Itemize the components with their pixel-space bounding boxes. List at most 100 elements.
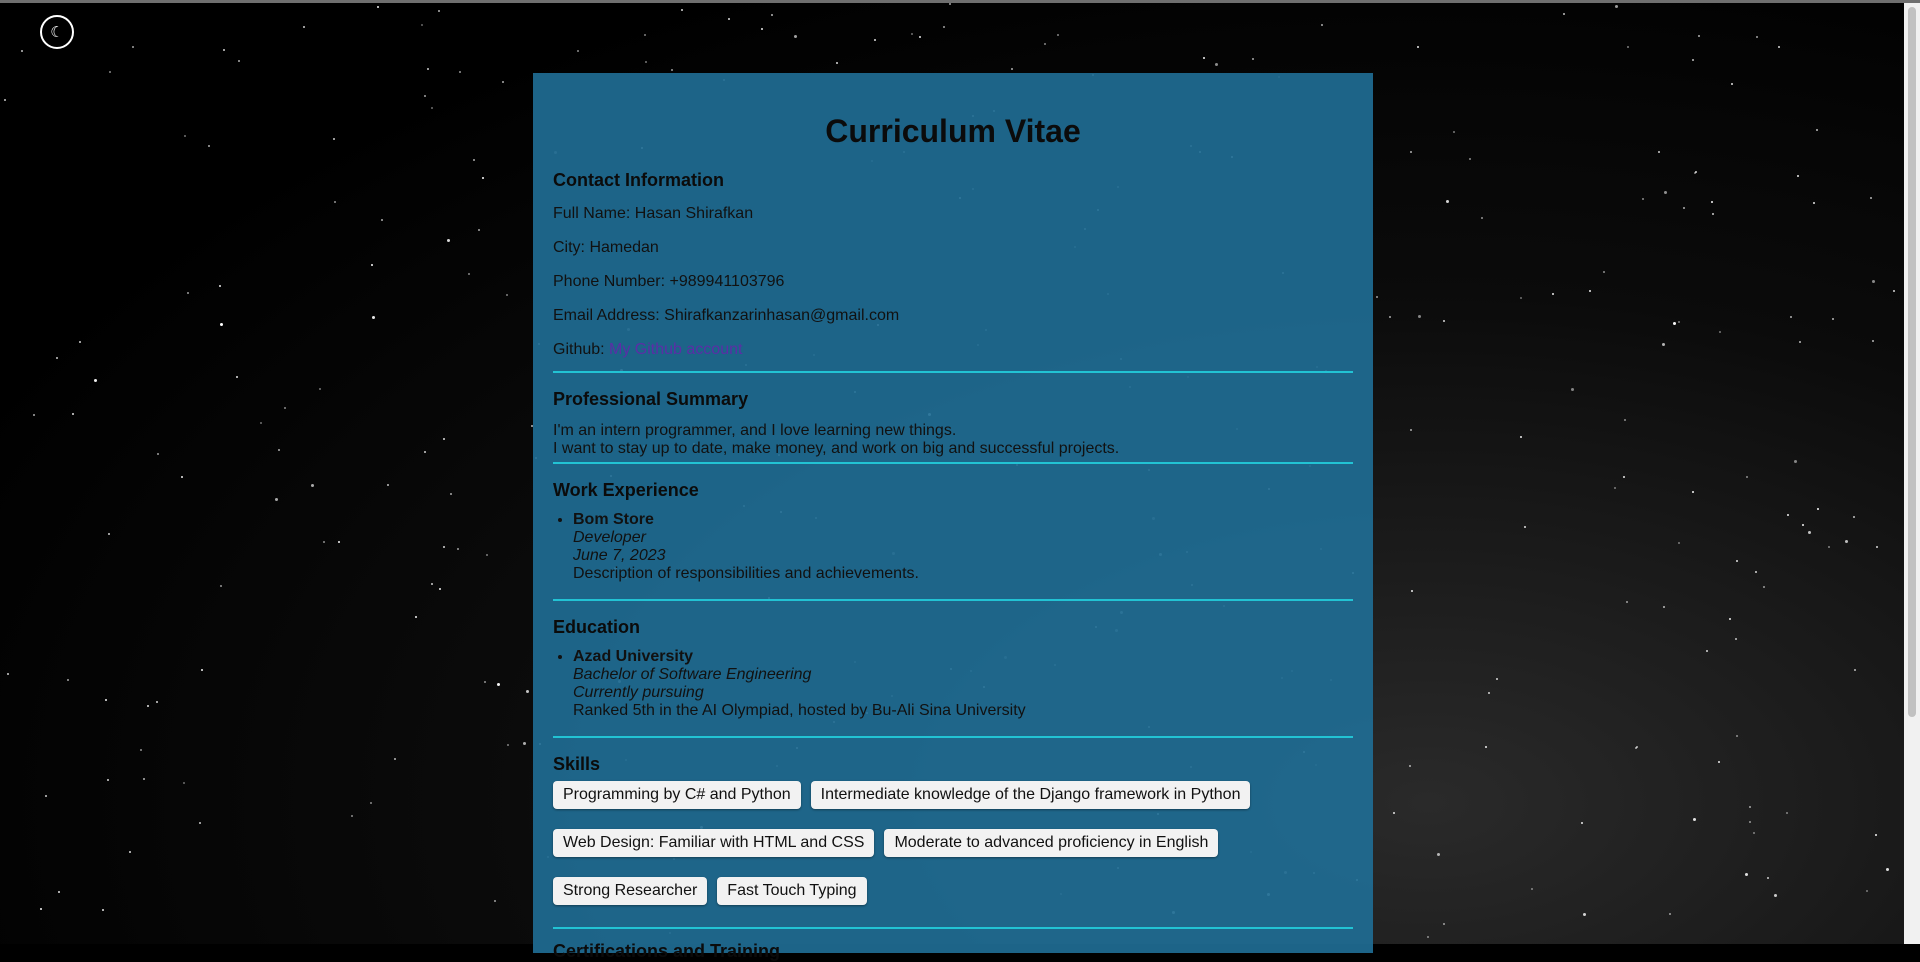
star — [1393, 812, 1395, 814]
work-list: Bom Store Developer June 7, 2023 Descrip… — [553, 511, 1353, 583]
star — [1614, 487, 1616, 489]
star — [1524, 526, 1526, 528]
star — [1443, 923, 1445, 925]
phone-number: Phone Number: +989941103796 — [553, 273, 785, 290]
star — [1658, 151, 1660, 153]
star — [761, 28, 763, 30]
star — [478, 229, 480, 231]
star — [497, 683, 500, 686]
page-scrollbar[interactable] — [1904, 3, 1920, 944]
scrollbar-thumb[interactable] — [1908, 7, 1916, 717]
star — [1469, 158, 1471, 160]
star — [1418, 315, 1421, 318]
star — [1683, 207, 1685, 209]
list-item: Bom Store Developer June 7, 2023 Descrip… — [573, 511, 1353, 583]
star — [199, 822, 201, 824]
star — [1673, 322, 1676, 325]
star — [1695, 171, 1697, 173]
star — [943, 26, 945, 28]
star — [1876, 546, 1878, 548]
github-label: Github: — [553, 341, 610, 358]
star — [381, 219, 383, 221]
star — [334, 201, 336, 203]
star — [278, 449, 280, 451]
star — [486, 554, 488, 556]
star — [1746, 476, 1748, 478]
star — [94, 379, 97, 382]
star — [1753, 832, 1755, 834]
star — [394, 758, 396, 760]
star — [1678, 542, 1680, 544]
star — [794, 35, 797, 38]
star — [836, 62, 838, 64]
star — [1872, 340, 1874, 342]
star — [771, 14, 773, 16]
star — [1417, 46, 1419, 48]
star — [1797, 175, 1799, 177]
star — [109, 71, 111, 73]
star — [1627, 46, 1629, 48]
star — [1531, 888, 1533, 890]
star — [1011, 68, 1013, 70]
star — [438, 10, 440, 12]
github-link[interactable]: My Github account — [609, 341, 742, 358]
star — [431, 107, 433, 109]
star — [183, 782, 185, 784]
star — [447, 239, 450, 242]
star — [577, 50, 579, 52]
star — [1481, 217, 1483, 219]
summary-heading: Professional Summary — [553, 389, 749, 409]
star — [1496, 678, 1498, 680]
star — [1711, 201, 1713, 203]
star — [1755, 571, 1757, 573]
star — [187, 292, 189, 294]
star — [1626, 601, 1628, 603]
star — [1802, 524, 1804, 526]
star — [1057, 34, 1059, 36]
summary-line-2: I want to stay up to date, make money, a… — [553, 440, 1120, 457]
star — [1678, 321, 1680, 323]
star — [157, 453, 159, 455]
star — [1763, 586, 1765, 588]
star — [1453, 131, 1455, 133]
star — [1778, 46, 1780, 48]
section-divider — [553, 462, 1353, 464]
star — [108, 533, 110, 535]
star — [303, 26, 305, 28]
star — [129, 851, 131, 853]
list-item: Azad University Bachelor of Software Eng… — [573, 648, 1353, 720]
star — [72, 413, 74, 415]
star — [1563, 13, 1565, 15]
education-list: Azad University Bachelor of Software Eng… — [553, 648, 1353, 720]
star — [424, 451, 426, 453]
certifications-heading: Certifications and Training — [553, 941, 781, 961]
star — [284, 407, 286, 409]
theme-toggle-button[interactable]: ☾ — [40, 15, 74, 49]
star — [58, 891, 60, 893]
star — [1636, 746, 1638, 748]
star — [107, 779, 109, 781]
star — [1692, 59, 1694, 61]
star — [1735, 638, 1737, 640]
education-note: Ranked 5th in the AI Olympiad, hosted by… — [573, 702, 1026, 719]
star — [7, 673, 9, 675]
skills-list: Programming by C# and Python Intermediat… — [553, 781, 1313, 905]
star — [1215, 63, 1218, 66]
star — [468, 273, 470, 275]
github-row: Github: My Github account — [553, 341, 1353, 359]
star — [484, 681, 486, 683]
star — [502, 81, 504, 83]
star — [506, 294, 508, 296]
skill-tag: Programming by C# and Python — [553, 781, 801, 809]
star — [275, 498, 278, 501]
star — [181, 476, 183, 478]
contact-heading: Contact Information — [553, 170, 724, 190]
skill-tag: Strong Researcher — [553, 877, 708, 905]
email-address: Email Address: Shirafkanzarinhasan@gmail… — [553, 307, 900, 324]
star — [427, 68, 429, 70]
star — [443, 546, 445, 548]
star — [424, 95, 426, 97]
star — [1642, 198, 1644, 200]
job-role: Developer — [573, 529, 646, 546]
full-name: Full Name: Hasan Shirafkan — [553, 205, 754, 222]
